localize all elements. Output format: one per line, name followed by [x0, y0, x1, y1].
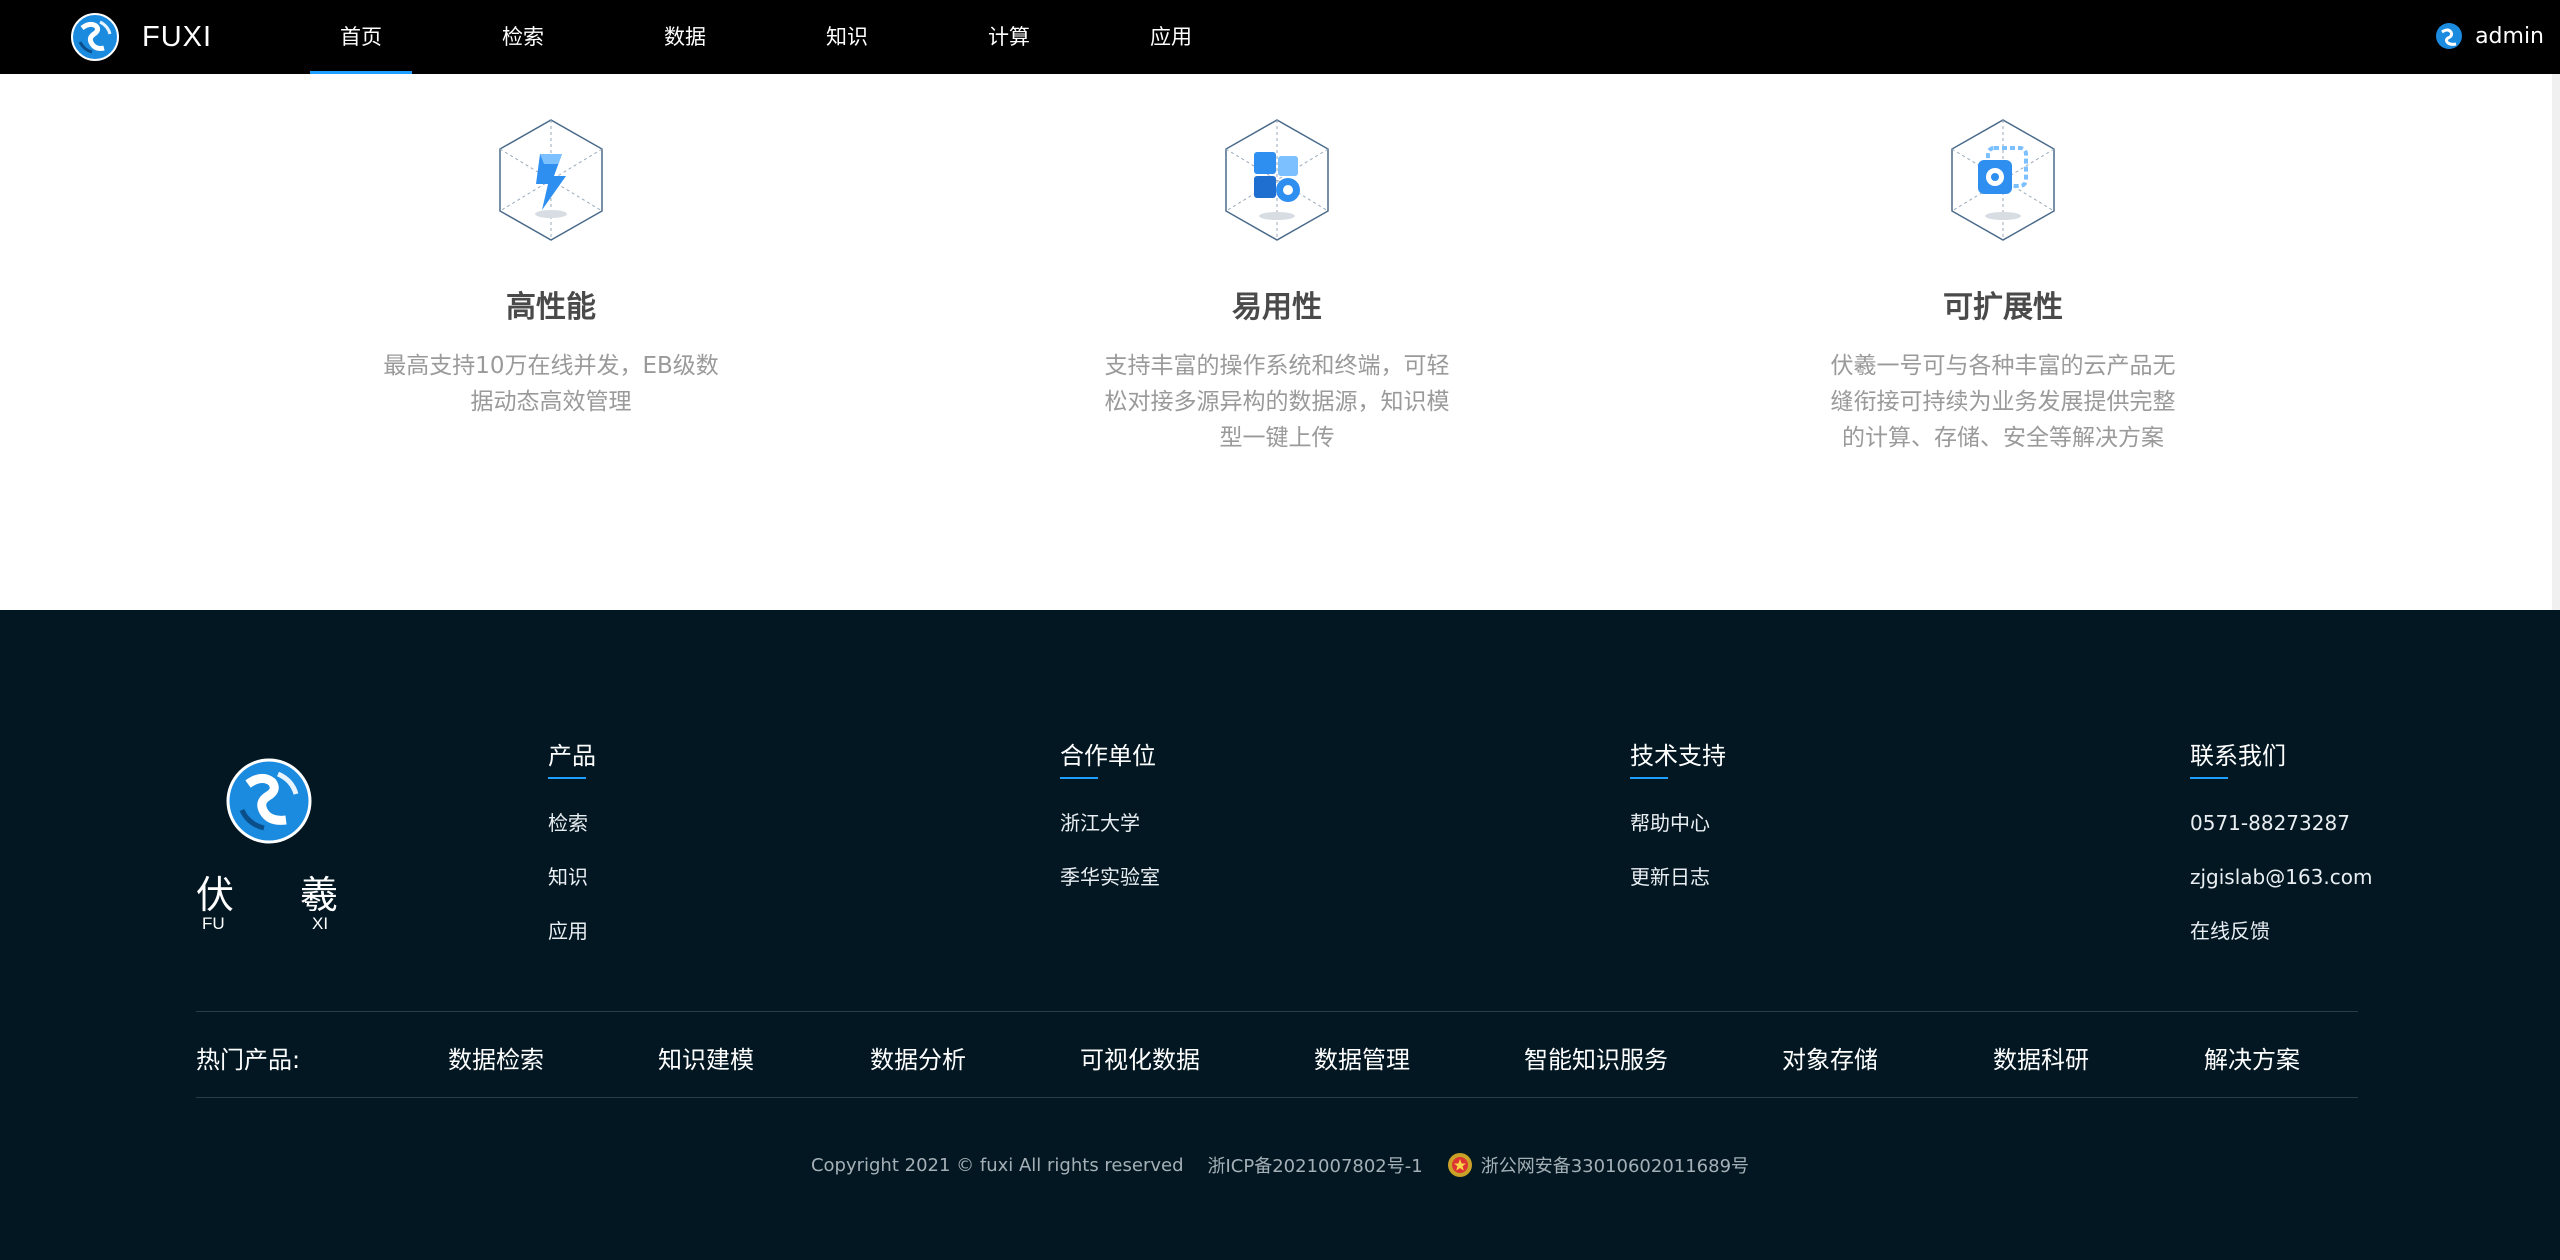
footer-contact-email[interactable]: zjgislab@163.com: [2190, 863, 2372, 891]
hot-item-knowledge-service[interactable]: 智能知识服务: [1524, 1040, 1668, 1075]
hot-products-label: 热门产品:: [196, 1046, 301, 1074]
footer-col-support: 技术支持 帮助中心 更新日志: [1630, 736, 1726, 891]
username: admin: [2475, 23, 2544, 49]
usability-cube-icon: [1225, 119, 1329, 241]
feature-title: 可扩展性: [1943, 290, 2063, 325]
feature-extensibility: 可扩展性 伏羲一号可与各种丰富的云产品无缝衔接可持续为业务发展提供完整的计算、存…: [1823, 118, 2183, 456]
extensibility-cube-icon: [1951, 119, 2055, 241]
hot-item-data-search[interactable]: 数据检索: [448, 1040, 544, 1075]
divider: [196, 1011, 2358, 1012]
footer-contact-phone[interactable]: 0571-88273287: [2190, 809, 2372, 837]
feature-performance: 高性能 最高支持10万在线并发，EB级数据动态高效管理: [371, 118, 731, 420]
nav-compute[interactable]: 计算: [958, 0, 1060, 74]
footer-col-contact: 联系我们 0571-88273287 zjgislab@163.com 在线反馈: [2190, 736, 2372, 945]
nav-knowledge[interactable]: 知识: [796, 0, 898, 74]
logo-char-fu: 伏: [196, 873, 235, 917]
logo-char-xi: 羲: [300, 873, 339, 917]
logo-en-fu: FU: [202, 914, 225, 933]
nav-apps[interactable]: 应用: [1120, 0, 1222, 74]
globe-logo-icon: [226, 758, 312, 844]
footer-link-search[interactable]: 检索: [548, 809, 596, 837]
footer-logo: 伏 羲 FU XI: [196, 758, 346, 943]
performance-cube-icon: [499, 119, 603, 241]
footer-col-title: 联系我们: [2190, 736, 2372, 779]
hot-item-data-research[interactable]: 数据科研: [1993, 1040, 2089, 1075]
hot-item-data-management[interactable]: 数据管理: [1314, 1040, 1410, 1075]
hot-item-data-analysis[interactable]: 数据分析: [870, 1040, 966, 1075]
copyright-bar: Copyright 2021 © fuxi All rights reserve…: [0, 1152, 2560, 1178]
footer-link-feedback[interactable]: 在线反馈: [2190, 917, 2372, 945]
divider: [196, 1097, 2358, 1098]
footer-col-title: 产品: [548, 736, 596, 779]
footer-link-changelog[interactable]: 更新日志: [1630, 863, 1726, 891]
hot-item-solutions[interactable]: 解决方案: [2204, 1040, 2300, 1075]
footer-col-partners: 合作单位 浙江大学 季华实验室: [1060, 736, 1160, 891]
nav-search[interactable]: 检索: [472, 0, 574, 74]
user-avatar-icon: [2436, 23, 2463, 49]
logo-en-xi: XI: [312, 914, 329, 933]
hot-item-object-storage[interactable]: 对象存储: [1782, 1040, 1878, 1075]
footer-col-products: 产品 检索 知识 应用: [548, 736, 596, 945]
footer-col-title: 合作单位: [1060, 736, 1160, 779]
footer-link-jihua-lab[interactable]: 季华实验室: [1060, 863, 1160, 891]
feature-desc: 伏羲一号可与各种丰富的云产品无缝衔接可持续为业务发展提供完整的计算、存储、安全等…: [1830, 353, 2176, 451]
footer-link-apps[interactable]: 应用: [548, 917, 596, 945]
icp-link[interactable]: 浙ICP备2021007802号-1: [1208, 1152, 1423, 1178]
nav-home[interactable]: 首页: [310, 0, 412, 74]
footer-link-help-center[interactable]: 帮助中心: [1630, 809, 1726, 837]
feature-title: 易用性: [1232, 290, 1322, 325]
brand[interactable]: FUXI: [70, 12, 212, 62]
hot-item-knowledge-modeling[interactable]: 知识建模: [658, 1040, 754, 1075]
footer-link-knowledge[interactable]: 知识: [548, 863, 596, 891]
footer-col-title: 技术支持: [1630, 736, 1726, 779]
feature-usability: 易用性 支持丰富的操作系统和终端，可轻松对接多源异构的数据源，知识模型一键上传: [1097, 118, 1457, 456]
top-navbar: FUXI 首页 检索 数据 知识 计算 应用 admin: [0, 0, 2560, 74]
feature-desc: 支持丰富的操作系统和终端，可轻松对接多源异构的数据源，知识模型一键上传: [1104, 353, 1450, 451]
copyright-text: Copyright 2021 © fuxi All rights reserve…: [810, 1154, 1184, 1176]
user-menu[interactable]: admin: [2435, 22, 2544, 50]
footer-link-zju[interactable]: 浙江大学: [1060, 809, 1160, 837]
footer: 伏 羲 FU XI 产品 检索 知识 应用 合作单位 浙江大学 季华实验室 技术…: [0, 610, 2560, 1260]
police-record-link[interactable]: 浙公网安备33010602011689号: [1481, 1152, 1749, 1178]
police-badge-icon: [1447, 1153, 1472, 1177]
feature-title: 高性能: [506, 290, 596, 325]
globe-logo-icon: [71, 13, 119, 61]
nav-data[interactable]: 数据: [634, 0, 736, 74]
brand-name: FUXI: [142, 20, 213, 53]
hot-item-visualization[interactable]: 可视化数据: [1080, 1040, 1200, 1075]
feature-desc: 最高支持10万在线并发，EB级数据动态高效管理: [383, 353, 719, 415]
